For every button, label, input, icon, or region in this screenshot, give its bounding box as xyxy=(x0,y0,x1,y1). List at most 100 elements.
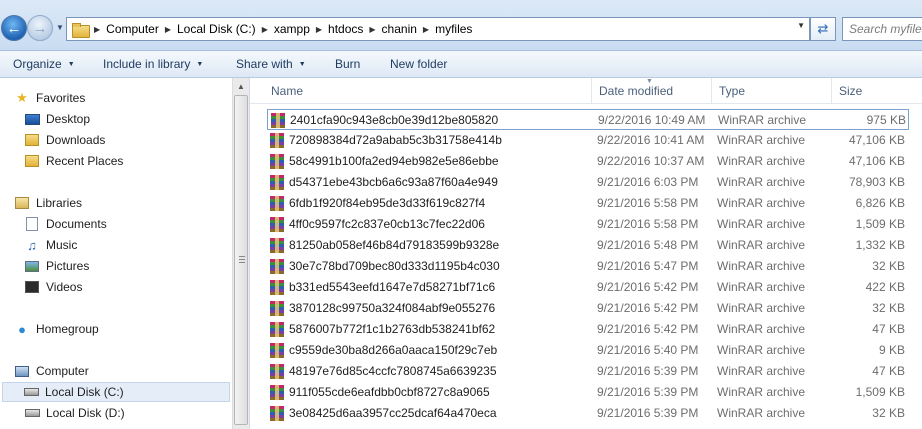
column-header-size[interactable]: Size xyxy=(832,78,922,104)
include-in-library-label: Include in library xyxy=(103,57,191,71)
chevron-right-icon[interactable]: ▶ xyxy=(165,25,171,34)
column-header-name[interactable]: Name xyxy=(264,78,592,104)
file-date-modified: 9/21/2016 5:47 PM xyxy=(597,259,699,273)
breadcrumb-htdocs[interactable]: htdocs xyxy=(328,22,363,36)
nav-downloads[interactable]: Downloads xyxy=(24,130,105,150)
breadcrumb-chanin[interactable]: chanin xyxy=(382,22,417,36)
scroll-up-arrow-icon[interactable]: ▲ xyxy=(233,78,249,95)
file-row[interactable]: 3e08425d6aa3957cc25dcaf64a470eca 9/21/201… xyxy=(267,403,909,424)
file-row[interactable]: 81250ab058ef46b84d79183599b9328e 9/21/201… xyxy=(267,235,909,256)
column-header-type[interactable]: Type xyxy=(712,78,832,104)
file-row[interactable]: c9559de30ba8d266a0aaca150f29c7eb 9/21/201… xyxy=(267,340,909,361)
file-size: 32 KB xyxy=(872,259,905,273)
drive-icon xyxy=(24,405,40,421)
breadcrumb-computer[interactable]: Computer xyxy=(106,22,159,36)
file-row[interactable]: 6fdb1f920f84eb95de3d33f619c827f4 9/21/201… xyxy=(267,193,909,214)
winrar-archive-icon xyxy=(270,217,285,232)
file-date-modified: 9/21/2016 5:39 PM xyxy=(597,364,699,378)
file-type: WinRAR archive xyxy=(717,154,806,168)
file-row[interactable]: 48197e76d85c4ccfc7808745a6639235 9/21/201… xyxy=(267,361,909,382)
recent-pages-dropdown[interactable]: ▼ xyxy=(56,23,64,32)
new-folder-button[interactable]: New folder xyxy=(390,51,447,77)
chevron-right-icon[interactable]: ▶ xyxy=(262,25,268,34)
address-history-dropdown[interactable]: ▼ xyxy=(797,21,805,30)
address-box[interactable]: ▶ Computer ▶ Local Disk (C:) ▶ xampp ▶ h… xyxy=(66,17,810,41)
file-type: WinRAR archive xyxy=(717,175,806,189)
nav-label: Local Disk (D:) xyxy=(46,406,125,420)
file-name: 720898384d72a9abab5c3b31758e414b xyxy=(289,133,502,147)
nav-local-disk-c[interactable]: Local Disk (C:) xyxy=(2,382,230,402)
scrollbar-thumb[interactable] xyxy=(234,95,248,425)
nav-favorites[interactable]: ★ Favorites xyxy=(14,88,85,108)
nav-desktop[interactable]: Desktop xyxy=(24,109,90,129)
winrar-archive-icon xyxy=(270,385,285,400)
chevron-right-icon[interactable]: ▶ xyxy=(423,25,429,34)
burn-button[interactable]: Burn xyxy=(335,51,360,77)
file-type: WinRAR archive xyxy=(717,406,806,420)
file-name: 3870128c99750a324f084abf9e055276 xyxy=(289,301,496,315)
file-type: WinRAR archive xyxy=(718,113,807,127)
file-name: 81250ab058ef46b84d79183599b9328e xyxy=(289,238,500,252)
nav-videos[interactable]: Videos xyxy=(24,277,82,297)
file-row[interactable]: d54371ebe43bcb6a6c93a87f60a4e949 9/21/201… xyxy=(267,172,909,193)
file-row[interactable]: 911f055cde6eafdbb0cbf8727c8a9065 9/21/201… xyxy=(267,382,909,403)
file-name: 2401cfa90c943e8cb0e39d12be805820 xyxy=(290,113,499,127)
nav-label: Desktop xyxy=(46,112,91,126)
file-row[interactable]: b331ed5543eefd1647e7d58271bf71c6 9/21/201… xyxy=(267,277,909,298)
file-name: d54371ebe43bcb6a6c93a87f60a4e949 xyxy=(289,175,498,189)
nav-computer[interactable]: Computer xyxy=(14,361,89,381)
chevron-right-icon[interactable]: ▶ xyxy=(94,25,100,34)
recent-places-icon xyxy=(24,153,40,169)
file-name: 48197e76d85c4ccfc7808745a6639235 xyxy=(289,364,497,378)
nav-label: Favorites xyxy=(36,91,86,105)
winrar-archive-icon xyxy=(270,280,285,295)
desktop-icon xyxy=(24,111,40,127)
navigation-scrollbar[interactable]: ▲ xyxy=(232,78,249,429)
nav-label: Homegroup xyxy=(36,322,99,336)
libraries-icon xyxy=(14,195,30,211)
forward-button[interactable]: → xyxy=(27,15,53,41)
nav-libraries[interactable]: Libraries xyxy=(14,193,82,213)
winrar-archive-icon xyxy=(270,301,285,316)
file-type: WinRAR archive xyxy=(717,364,806,378)
nav-homegroup[interactable]: ● Homegroup xyxy=(14,319,99,339)
share-with-label: Share with xyxy=(236,57,293,71)
winrar-archive-icon xyxy=(270,196,285,211)
file-type: WinRAR archive xyxy=(717,238,806,252)
back-button[interactable]: ← xyxy=(1,15,27,41)
organize-button[interactable]: Organize ▼ xyxy=(13,51,75,77)
nav-documents[interactable]: Documents xyxy=(24,214,107,234)
grip-icon xyxy=(239,256,245,263)
file-size: 1,509 KB xyxy=(855,217,905,231)
nav-label: Local Disk (C:) xyxy=(45,385,124,399)
winrar-archive-icon xyxy=(270,133,285,148)
nav-recent-places[interactable]: Recent Places xyxy=(24,151,123,171)
file-row[interactable]: 2401cfa90c943e8cb0e39d12be805820 9/22/201… xyxy=(267,109,909,130)
search-input[interactable]: Search myfiles xyxy=(842,17,922,41)
chevron-right-icon[interactable]: ▶ xyxy=(316,25,322,34)
breadcrumb-local-disk-c[interactable]: Local Disk (C:) xyxy=(177,22,256,36)
chevron-right-icon[interactable]: ▶ xyxy=(369,25,375,34)
file-row[interactable]: 5876007b772f1c1b2763db538241bf62 9/21/201… xyxy=(267,319,909,340)
nav-local-disk-d[interactable]: Local Disk (D:) xyxy=(24,403,125,423)
back-arrow-icon: ← xyxy=(6,19,22,37)
file-row[interactable]: 30e7c78bd709bec80d333d1195b4c030 9/21/201… xyxy=(267,256,909,277)
nav-pictures[interactable]: Pictures xyxy=(24,256,89,276)
file-date-modified: 9/21/2016 5:39 PM xyxy=(597,385,699,399)
include-in-library-button[interactable]: Include in library ▼ xyxy=(103,51,203,77)
file-date-modified: 9/22/2016 10:49 AM xyxy=(598,113,706,127)
file-row[interactable]: 4ff0c9597fc2c837e0cb13c7fec22d06 9/21/201… xyxy=(267,214,909,235)
share-with-button[interactable]: Share with ▼ xyxy=(236,51,306,77)
file-row[interactable]: 720898384d72a9abab5c3b31758e414b 9/22/201… xyxy=(267,130,909,151)
breadcrumb-xampp[interactable]: xampp xyxy=(274,22,310,36)
file-type: WinRAR archive xyxy=(717,259,806,273)
file-row[interactable]: 58c4991b100fa2ed94eb982e5e86ebbe 9/22/201… xyxy=(267,151,909,172)
breadcrumb-myfiles[interactable]: myfiles xyxy=(435,22,472,36)
refresh-button[interactable]: ⇄ xyxy=(810,17,836,41)
column-header-date-modified[interactable]: Date modified xyxy=(592,78,712,104)
file-type: WinRAR archive xyxy=(717,322,806,336)
file-row[interactable]: 3870128c99750a324f084abf9e055276 9/21/201… xyxy=(267,298,909,319)
winrar-archive-icon xyxy=(270,322,285,337)
nav-music[interactable]: ♫ Music xyxy=(24,235,77,255)
nav-label: Pictures xyxy=(46,259,90,273)
